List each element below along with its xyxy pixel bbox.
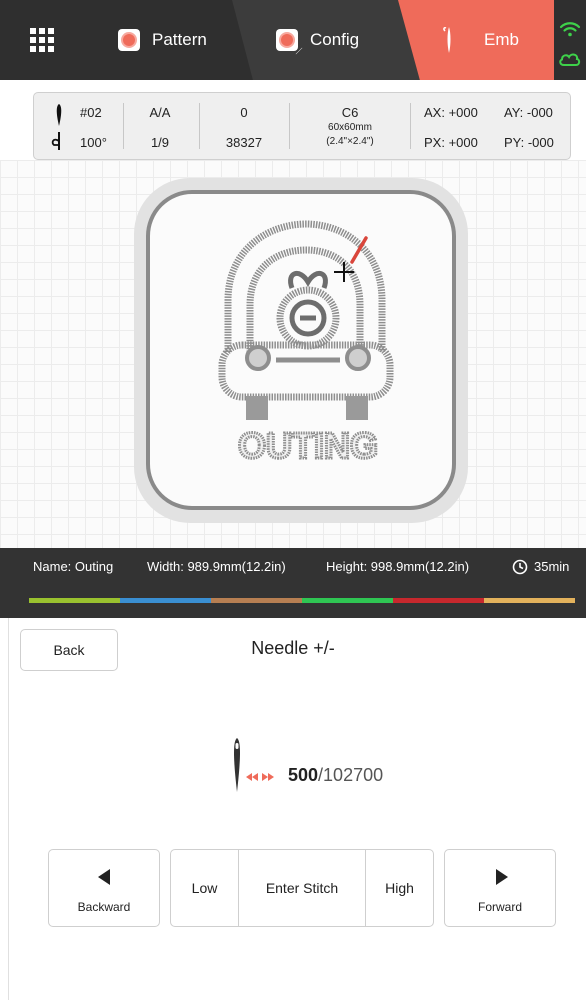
current-stitch: 500 [288,765,319,785]
backward-button[interactable]: Backward [48,849,160,927]
design-info-strip: Name: Outing Width: 989.9mm(12.2in) Heig… [0,548,586,618]
panel-border [8,618,9,1000]
tab-config-label: Config [310,30,360,49]
car-headlight-right [345,345,371,371]
wheel-left [246,396,268,420]
triangle-left-icon [98,869,110,885]
design-width: Width: 989.9mm(12.2in) [147,559,286,574]
thread-color-segment [29,598,120,603]
ax-offset: AX: +000 [424,105,478,120]
car-headlight-left [245,345,271,371]
wheel-right [346,396,368,420]
needle-icon [234,738,240,792]
stitch-controls: Low Enter Stitch High [170,849,434,927]
needle-icon [56,104,62,126]
hoop-size-mm: 60x60mm [328,122,372,133]
tab-config[interactable]: Config [232,0,422,80]
divider [410,103,411,149]
tab-pattern[interactable]: Pattern [100,0,250,80]
high-button[interactable]: High [366,850,433,926]
tab-pattern-label: Pattern [152,30,207,49]
backward-label: Backward [77,900,131,914]
enter-stitch-button[interactable]: Enter Stitch [238,850,366,926]
current-stitch-zero: 0 [240,105,248,120]
top-navigation-bar: Pattern Config Emb [0,0,586,80]
needle-angle: 100° [80,135,107,150]
thread-color-segment [211,598,302,603]
double-arrow-icon [246,773,274,781]
status-column [554,0,586,80]
thread-color-segment [484,598,575,603]
aa-value: A/A [149,105,171,120]
px-offset: PX: +000 [424,135,478,150]
thread-angle-icon [51,132,60,150]
wifi-icon [559,22,581,37]
divider [123,103,124,149]
needle-icon [443,27,451,53]
ay-offset: AY: -000 [504,105,553,120]
forward-label: Forward [477,900,522,914]
embroidery-canvas[interactable]: OUTING [0,160,586,548]
total-stitch: /102700 [318,765,384,785]
needle-number: #02 [80,105,102,120]
color-step: 1/9 [150,135,170,150]
low-button[interactable]: Low [171,850,238,926]
stitch-counter: 500/102700 [288,765,383,786]
tab-emb-label: Emb [484,30,519,49]
tab-emb[interactable]: Emb [398,0,554,80]
divider [289,103,290,149]
triangle-right-icon [496,869,508,885]
design-time: 35min [534,559,570,574]
design-preview: OUTING [134,178,468,523]
design-height: Height: 998.9mm(12.2in) [326,559,470,574]
total-stitches: 38327 [225,135,263,150]
forward-button[interactable]: Forward [444,849,556,927]
design-name: Name: Outing [33,559,114,574]
hoop-size-in: (2.4"×2.4") [326,136,374,147]
machine-info-panel: #02 100° A/A 1/9 0 38327 C6 60x60mm (2.4… [33,92,571,160]
hoop-code: C6 [341,105,359,120]
divider [199,103,200,149]
config-icon [276,29,304,55]
design-word: OUTING [238,425,378,466]
py-offset: PY: -000 [504,135,554,150]
panel-title: Needle +/- [251,638,335,658]
thread-color-segment [120,598,211,603]
flower-icon [118,29,140,51]
clock-icon [512,559,528,575]
thread-color-bar [29,598,575,603]
thread-color-segment [393,598,484,603]
apps-grid-icon[interactable] [18,14,74,66]
thread-color-segment [302,598,393,603]
cloud-icon [559,53,581,66]
